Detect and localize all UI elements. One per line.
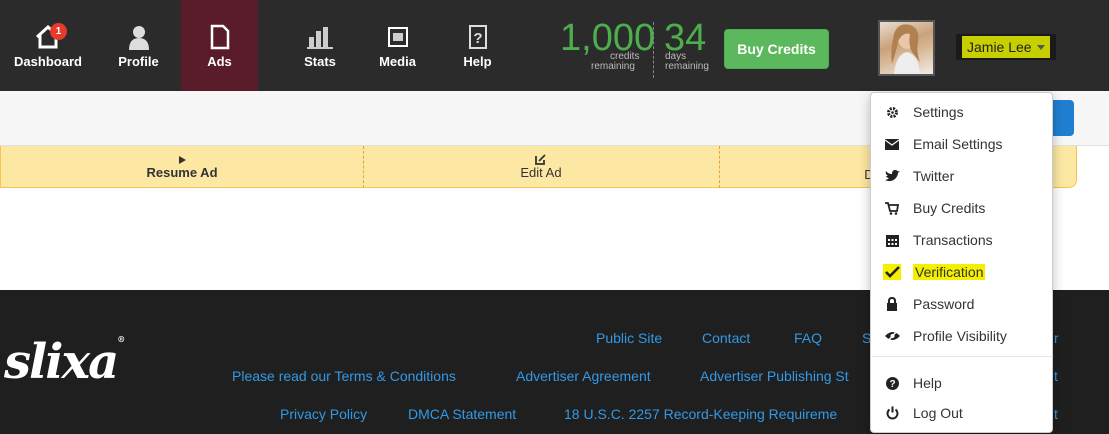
footer-link-dmca[interactable]: DMCA Statement: [408, 406, 516, 422]
footer-link-2257[interactable]: 18 U.S.C. 2257 Record-Keeping Requireme: [564, 406, 837, 422]
svg-text:?: ?: [473, 30, 482, 47]
checkmark-icon: [883, 264, 901, 280]
menu-item-label: Profile Visibility: [913, 328, 1007, 344]
notification-badge: 1: [50, 22, 67, 40]
menu-item-label: Settings: [913, 104, 964, 120]
credits-value: 1,000: [560, 17, 656, 59]
svg-text:?: ?: [889, 379, 895, 390]
nav-profile[interactable]: Profile: [96, 0, 181, 91]
nav-profile-label: Profile: [118, 53, 159, 69]
nav-media[interactable]: Media: [360, 0, 435, 91]
days-remaining-label: remaining: [665, 61, 709, 72]
twitter-icon: [883, 168, 901, 184]
edit-ad-button[interactable]: Edit Ad: [363, 146, 719, 188]
footer-link-partial[interactable]: t: [1054, 368, 1058, 384]
buy-credits-button[interactable]: Buy Credits: [724, 29, 829, 69]
credits-remaining-label: remaining: [591, 61, 635, 72]
user-dropdown-menu: Settings Email Settings Twitter Buy Cred…: [870, 92, 1053, 433]
footer-link-public-site[interactable]: Public Site: [596, 330, 662, 346]
home-icon: 1: [33, 22, 67, 51]
resume-ad-label: Resume Ad: [146, 164, 218, 180]
edit-icon: [535, 154, 546, 165]
nav-help-label: Help: [463, 53, 492, 69]
nav-media-label: Media: [379, 53, 416, 69]
menu-item-help[interactable]: ? Help: [871, 368, 1054, 398]
caret-down-icon: [1036, 44, 1045, 50]
footer-link-partial[interactable]: t: [1054, 406, 1058, 422]
edit-ad-label: Edit Ad: [520, 165, 562, 180]
question-icon: ?: [463, 23, 493, 51]
menu-item-label: Help: [913, 375, 942, 391]
question-circle-icon: ?: [883, 375, 901, 391]
bar-chart-icon: [305, 23, 335, 51]
menu-item-verification[interactable]: Verification: [871, 257, 1054, 287]
menu-item-twitter[interactable]: Twitter: [871, 161, 1054, 191]
menu-item-profile-visibility[interactable]: Profile Visibility: [871, 321, 1054, 351]
footer-link-terms[interactable]: Please read our Terms & Conditions: [232, 368, 456, 384]
menu-item-label: Twitter: [913, 168, 955, 184]
menu-item-label: Password: [913, 296, 975, 312]
menu-item-email-settings[interactable]: Email Settings: [871, 129, 1054, 159]
resume-ad-button[interactable]: Resume Ad: [1, 146, 363, 188]
menu-item-log-out[interactable]: Log Out: [871, 398, 1054, 428]
cart-icon: [883, 200, 901, 216]
footer-link-partial[interactable]: r: [1054, 330, 1059, 346]
nav-ads[interactable]: Ads: [181, 0, 258, 91]
image-icon: [383, 23, 413, 51]
avatar[interactable]: [878, 20, 935, 76]
nav-stats-label: Stats: [304, 53, 336, 69]
footer-link-faq[interactable]: FAQ: [794, 330, 822, 346]
logo-text: slixa: [4, 334, 119, 390]
menu-item-label: Verification: [913, 264, 986, 280]
menu-item-label: Transactions: [913, 232, 993, 248]
menu-item-password[interactable]: Password: [871, 289, 1054, 319]
nav-ads-label: Ads: [207, 53, 232, 69]
power-icon: [883, 405, 901, 421]
footer-link-contact[interactable]: Contact: [702, 330, 750, 346]
menu-item-label: Log Out: [913, 405, 963, 421]
menu-item-label: Email Settings: [913, 136, 1003, 152]
footer-link-privacy-policy[interactable]: Privacy Policy: [280, 406, 367, 422]
play-icon: [179, 155, 186, 164]
menu-divider: [872, 356, 1053, 357]
menu-item-transactions[interactable]: Transactions: [871, 225, 1054, 255]
slixa-logo: slixa®: [4, 334, 125, 390]
calendar-icon: [883, 232, 901, 248]
user-menu-toggle[interactable]: Jamie Lee: [956, 34, 1056, 60]
lock-icon: [883, 296, 901, 312]
top-nav-bar: 1 Dashboard Profile Ads Stats Media ? He…: [0, 0, 1109, 91]
user-icon: [124, 23, 154, 51]
menu-item-settings[interactable]: Settings: [871, 97, 1054, 127]
eye-slash-icon: [883, 328, 901, 344]
menu-item-label: Buy Credits: [913, 200, 986, 216]
user-name: Jamie Lee: [967, 39, 1032, 55]
nav-help[interactable]: ? Help: [440, 0, 515, 91]
gear-icon: [883, 104, 901, 120]
nav-stats[interactable]: Stats: [280, 0, 360, 91]
footer-link-publishing-standards[interactable]: Advertiser Publishing St: [700, 368, 849, 384]
footer-link-advertiser-agreement[interactable]: Advertiser Agreement: [516, 368, 651, 384]
credits-divider: [653, 22, 654, 78]
document-icon: [205, 23, 235, 51]
envelope-icon: [883, 136, 901, 152]
nav-dashboard-label: Dashboard: [14, 53, 82, 69]
nav-dashboard[interactable]: 1 Dashboard: [0, 0, 96, 91]
menu-item-buy-credits[interactable]: Buy Credits: [871, 193, 1054, 223]
